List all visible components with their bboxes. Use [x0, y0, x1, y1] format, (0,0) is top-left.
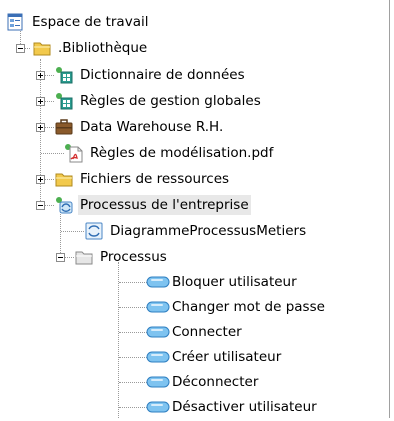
tree-node-label: Règles de gestion globales: [80, 93, 261, 109]
tree-node-label: Connecter: [172, 324, 242, 340]
folder-icon: [32, 38, 52, 58]
collapse-toggle[interactable]: [56, 253, 65, 262]
tree-node-regles-modelisation[interactable]: Règles de modélisation.pdf: [64, 141, 275, 165]
tree-node-diagramme[interactable]: DiagrammeProcessusMetiers: [84, 219, 308, 243]
process-pill-icon: [146, 372, 170, 392]
process-pill-icon: [146, 397, 170, 417]
tree-node-process[interactable]: Connecter: [146, 320, 244, 344]
expand-toggle[interactable]: [36, 123, 45, 132]
tree-node-label: Changer mot de passe: [172, 299, 325, 315]
process-pill-icon: [146, 322, 170, 342]
process-diagram-icon: [84, 221, 104, 241]
tree-node-regles-gestion[interactable]: Règles de gestion globales: [54, 89, 263, 113]
expand-toggle[interactable]: [36, 71, 45, 80]
tree-node-label: Règles de modélisation.pdf: [90, 145, 274, 161]
tree-node-label: DiagrammeProcessusMetiers: [110, 223, 307, 239]
briefcase-icon: [54, 117, 74, 137]
process-pill-icon: [146, 347, 170, 367]
tree-node-label: Processus de l'entreprise: [78, 195, 251, 215]
process-model-icon: [54, 195, 74, 215]
tree-node-process[interactable]: Changer mot de passe: [146, 295, 327, 319]
tree-node-library[interactable]: .Bibliothèque: [32, 36, 149, 60]
workspace-icon: [6, 12, 26, 32]
tree-node-workspace[interactable]: Espace de travail: [6, 10, 150, 34]
tree-node-label: Bloquer utilisateur: [172, 274, 297, 290]
tree-node-label: .Bibliothèque: [58, 40, 148, 56]
tree-node-process[interactable]: Déconnecter: [146, 370, 260, 394]
tree-node-process[interactable]: Désactiver utilisateur: [146, 395, 319, 419]
tree-node-label: Créer utilisateur: [172, 349, 282, 365]
tree-node-data-warehouse[interactable]: Data Warehouse R.H.: [54, 115, 225, 139]
tree-node-process[interactable]: Bloquer utilisateur: [146, 270, 299, 294]
tree-node-fichiers-ressources[interactable]: Fichiers de ressources: [54, 167, 231, 191]
collapse-toggle[interactable]: [16, 44, 25, 53]
panel-border: [389, 0, 390, 418]
tree-node-label: Fichiers de ressources: [80, 171, 230, 187]
tree-node-label: Espace de travail: [32, 14, 149, 30]
business-rules-icon: [54, 91, 74, 111]
process-pill-icon: [146, 272, 170, 292]
tree-node-process[interactable]: Créer utilisateur: [146, 345, 283, 369]
expand-toggle[interactable]: [36, 175, 45, 184]
tree-node-processus-entreprise[interactable]: Processus de l'entreprise: [54, 193, 251, 217]
tree-node-label: Déconnecter: [172, 374, 259, 390]
package-folder-icon: [74, 247, 94, 267]
tree-node-label: Processus: [100, 249, 167, 265]
pdf-file-icon: [64, 143, 84, 163]
expand-toggle[interactable]: [36, 97, 45, 106]
tree-node-processus-package[interactable]: Processus: [74, 245, 169, 269]
tree-node-label: Désactiver utilisateur: [172, 399, 317, 415]
tree-node-label: Data Warehouse R.H.: [80, 119, 224, 135]
process-pill-icon: [146, 297, 170, 317]
folder-icon: [54, 169, 74, 189]
data-dictionary-icon: [54, 65, 74, 85]
collapse-toggle[interactable]: [36, 201, 45, 210]
tree-node-dictionnaire[interactable]: Dictionnaire de données: [54, 63, 247, 87]
tree-node-label: Dictionnaire de données: [80, 67, 245, 83]
